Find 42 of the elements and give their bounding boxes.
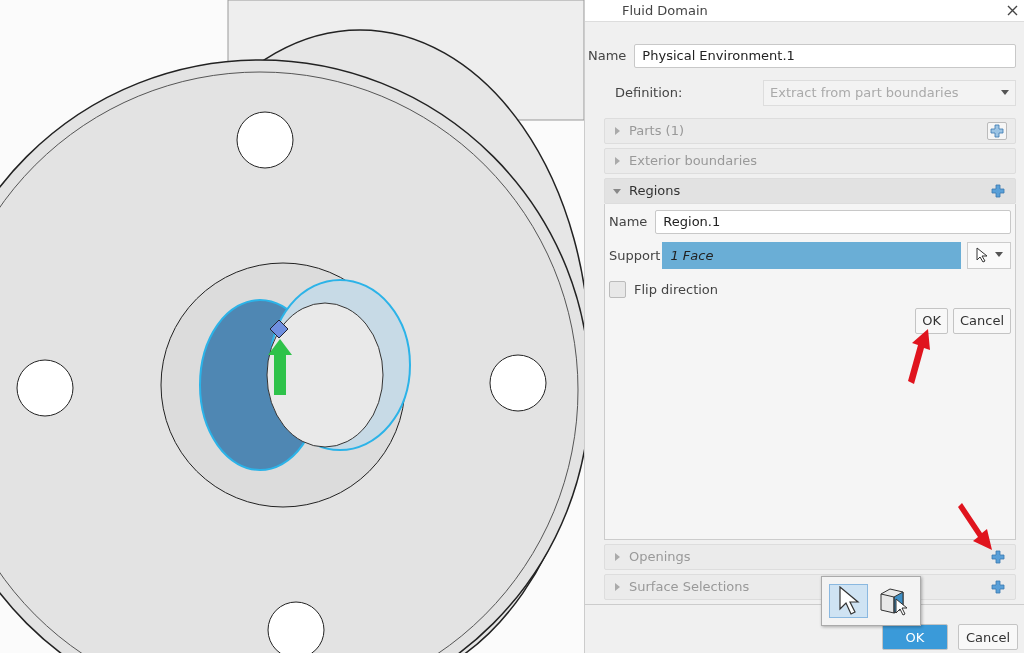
add-button[interactable]: [989, 578, 1007, 595]
add-button[interactable]: [989, 548, 1007, 565]
cube-pointer-icon: [877, 585, 910, 617]
annotation-arrow-icon: [958, 503, 992, 550]
caret-icon: [994, 252, 1003, 259]
pointer-icon: [837, 586, 860, 616]
expand-arrow-icon: [613, 552, 621, 561]
field-label: Name: [588, 48, 627, 64]
plus-icon: [991, 549, 1005, 564]
caret-icon: [1001, 89, 1009, 96]
close-icon[interactable]: [1007, 4, 1018, 16]
dialog-title: Fluid Domain: [622, 2, 708, 18]
expand-arrow-icon: [613, 582, 621, 591]
checkbox-label: Flip direction: [634, 281, 719, 297]
expand-arrow-icon: [613, 156, 621, 165]
section-title: Exterior boundaries: [629, 153, 758, 169]
expand-arrow-icon: [613, 126, 621, 135]
section-title: Surface Selections: [629, 579, 750, 595]
section-title: Parts (1): [629, 123, 684, 139]
field-label: Definition:: [615, 85, 684, 101]
support-field[interactable]: 1 Face: [662, 241, 961, 269]
checkbox[interactable]: [609, 280, 626, 298]
add-button[interactable]: [989, 182, 1007, 199]
field-label: Name: [609, 214, 648, 230]
plus-icon: [990, 123, 1004, 138]
section-title: Regions: [629, 183, 681, 199]
name-field[interactable]: Physical Environment.1: [634, 43, 1016, 68]
plus-icon: [991, 183, 1005, 198]
cancel-button[interactable]: Cancel: [952, 307, 1011, 334]
selection-tool-button[interactable]: [829, 584, 868, 618]
section-header[interactable]: Regions: [604, 177, 1016, 204]
annotation-arrow-icon: [908, 329, 930, 384]
pointer-icon: [975, 247, 988, 264]
plus-icon: [991, 579, 1005, 594]
region-name-field[interactable]: Region.1: [655, 209, 1011, 234]
ok-button[interactable]: OK: [915, 307, 948, 334]
cancel-button[interactable]: Cancel: [958, 624, 1018, 650]
section-title: Openings: [629, 549, 691, 565]
field-label: Support: [609, 247, 661, 263]
collapse-arrow-icon: [613, 186, 621, 195]
add-button[interactable]: [987, 121, 1007, 140]
selection-mode-button[interactable]: [967, 241, 1011, 269]
